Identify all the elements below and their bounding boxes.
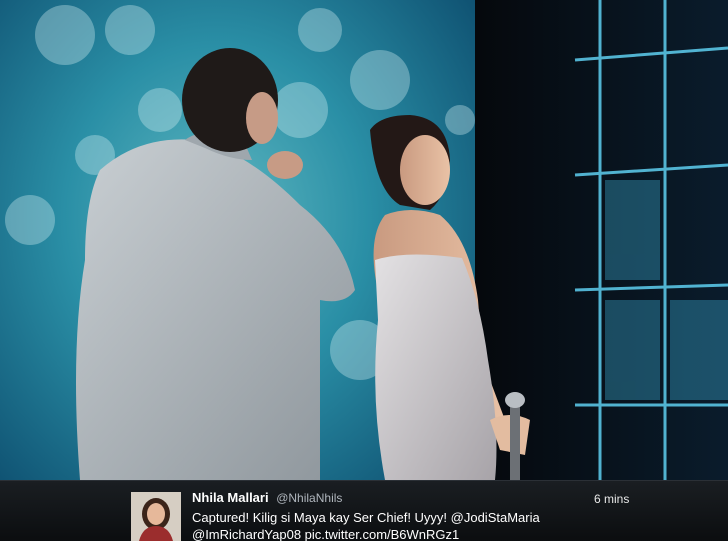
user-handle[interactable]: @NhilaNhils (276, 491, 342, 505)
avatar-photo (131, 492, 181, 541)
stage-photo (0, 0, 728, 541)
tweet-author[interactable]: Nhila Mallari @NhilaNhils (192, 490, 342, 505)
display-name[interactable]: Nhila Mallari (192, 490, 269, 505)
tweet-text-line-2[interactable]: @ImRichardYap08 pic.twitter.com/B6WnRGz1 (192, 526, 612, 541)
tweet-photo-viewer: Nhila Mallari @NhilaNhils 6 mins Capture… (0, 0, 728, 541)
tweet-timestamp[interactable]: 6 mins (594, 492, 629, 506)
tweet-text-line-1: Captured! Kilig si Maya kay Ser Chief! U… (192, 510, 540, 525)
tweet-text: Captured! Kilig si Maya kay Ser Chief! U… (192, 509, 612, 541)
avatar[interactable] (131, 492, 181, 541)
